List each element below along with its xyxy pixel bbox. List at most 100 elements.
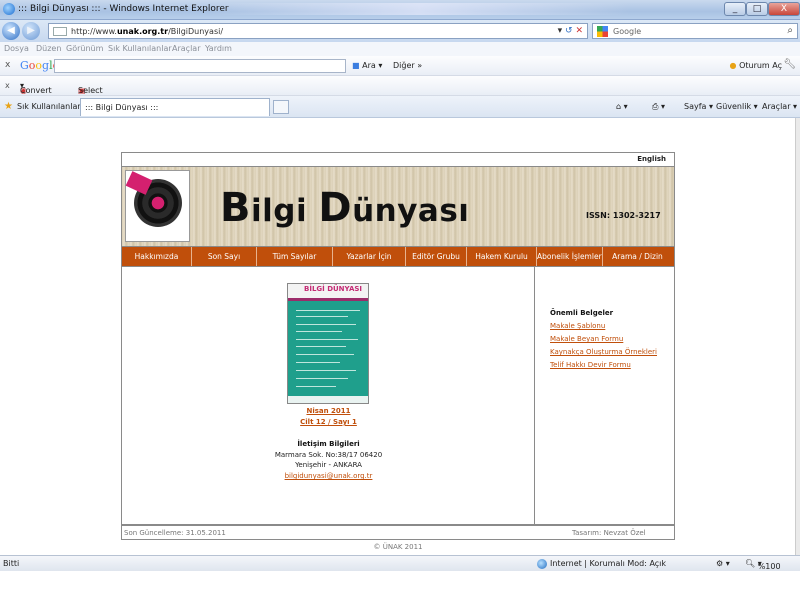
cover-footer: [288, 396, 368, 403]
minimize-button[interactable]: _: [724, 2, 746, 16]
forward-arrow-icon[interactable]: ▶: [22, 22, 40, 40]
google-toolbar-close-icon[interactable]: x: [5, 60, 10, 70]
convert-button[interactable]: ◉ Convert ▾: [20, 81, 52, 95]
menu-view[interactable]: Görünüm: [66, 44, 103, 53]
top-strip: English: [121, 152, 675, 167]
contact-address-line1: Marmara Sok. No:38/17 06420: [274, 451, 383, 459]
wrench-icon[interactable]: 🔧︎: [783, 59, 796, 70]
journal-cover-image[interactable]: BİLGİ DÜNYASI: [287, 283, 369, 404]
page-viewport: English Bilgi Dünyası ISSN: 1302-3217 Ha…: [0, 118, 795, 555]
copyright-text: © ÜNAK 2011: [373, 543, 423, 551]
doc-link-declaration-form[interactable]: Makale Beyan Formu: [550, 335, 657, 343]
nav-subscription[interactable]: Abonelik İşlemleri: [537, 247, 603, 266]
issue-volume-link[interactable]: Cilt 12 / Sayı 1: [122, 418, 535, 426]
new-tab-button[interactable]: [273, 100, 289, 114]
site-container: English Bilgi Dünyası ISSN: 1302-3217 Ha…: [121, 152, 675, 551]
last-update-text: Son Güncelleme: 31.05.2011: [124, 529, 226, 537]
side-column: Önemli Belgeler Makale Şablonu Makale Be…: [536, 267, 674, 524]
maximize-button[interactable]: □: [746, 2, 768, 16]
contact-email-link[interactable]: bilgidunyasi@unak.org.tr: [122, 472, 535, 480]
contact-address-line2: Yenişehir - ANKARA: [295, 461, 362, 469]
cover-line: [296, 339, 358, 340]
google-more-button[interactable]: Diğer »: [393, 61, 422, 70]
menu-bar: Dosya Düzen Görünüm Sık Kullanılanlar Ar…: [0, 42, 800, 56]
documents-heading: Önemli Belgeler: [550, 309, 614, 317]
safety-menu[interactable]: Güvenlik ▾: [716, 102, 758, 111]
cover-stripe: [288, 298, 368, 301]
google-search-icon: [597, 26, 608, 37]
cover-line: [296, 310, 360, 311]
address-bar-input[interactable]: http://www.unak.org.tr/BilgiDunyasi/ ▾ ↺…: [48, 23, 588, 39]
menu-tools[interactable]: Araçlar: [172, 44, 200, 53]
google-search-button[interactable]: ■ Ara ▾: [352, 61, 382, 70]
nav-for-authors[interactable]: Yazarlar İçin: [333, 247, 406, 266]
cover-title: BİLGİ DÜNYASI: [304, 285, 363, 293]
site-banner: Bilgi Dünyası ISSN: 1302-3217: [121, 167, 675, 247]
close-window-button[interactable]: X: [768, 2, 800, 16]
cover-header: BİLGİ DÜNYASI: [288, 284, 368, 298]
status-bar: Bitti Internet | Korumalı Mod: Açık ⚙ ▾ …: [0, 555, 800, 571]
nav-review-board[interactable]: Hakem Kurulu: [467, 247, 537, 266]
tools-menu[interactable]: Araçlar ▾: [762, 102, 797, 111]
address-url: http://www.unak.org.tr/BilgiDunyasi/: [71, 27, 224, 36]
doc-link-article-template[interactable]: Makale Şablonu: [550, 322, 657, 330]
page-icon: [53, 27, 67, 36]
vinyl-logo[interactable]: [125, 170, 190, 242]
nav-editorial-board[interactable]: Editör Grubu: [406, 247, 467, 266]
favorites-label[interactable]: Sık Kullanılanlar: [17, 102, 81, 111]
contact-heading: İletişim Bilgileri: [297, 440, 360, 448]
doc-link-copyright-form[interactable]: Telif Hakkı Devir Formu: [550, 361, 657, 369]
desktop-area: [0, 571, 800, 600]
search-box[interactable]: Google ⌕: [592, 23, 798, 39]
home-icon[interactable]: ⌂ ▾: [616, 102, 628, 111]
issn-label: ISSN: 1302-3217: [586, 211, 661, 220]
search-placeholder: Google: [613, 27, 642, 36]
cover-line: [296, 331, 342, 332]
documents-list: Önemli Belgeler Makale Şablonu Makale Be…: [550, 309, 657, 374]
google-toolbar: x Google ■ Ara ▾ Diğer » ● Oturum Aç 🔧︎: [0, 56, 800, 76]
cover-line: [296, 370, 356, 371]
nav-latest-issue[interactable]: Son Sayı: [192, 247, 257, 266]
search-icon[interactable]: ⌕: [787, 25, 793, 36]
page-menu[interactable]: Sayfa ▾: [684, 102, 713, 111]
titlebar-reflection: [210, 3, 630, 15]
favorites-star-icon[interactable]: ★: [4, 101, 13, 112]
nav-search-index[interactable]: Arama / Dizin: [603, 247, 672, 266]
ie-app-icon: [3, 3, 15, 15]
convert-toolbar: x ◉ Convert ▾ ▣ Select: [0, 76, 800, 96]
cover-line: [296, 362, 340, 363]
cover-line: [296, 316, 348, 317]
design-credit-text: Tasarım: Nevzat Özel: [572, 529, 646, 537]
security-zone-text[interactable]: Internet | Korumalı Mod: Açık: [550, 559, 666, 568]
menu-help[interactable]: Yardım: [205, 44, 232, 53]
protected-mode-icon[interactable]: ⚙ ▾: [716, 559, 730, 568]
zoom-control[interactable]: 🔍︎ %100 ▾: [745, 559, 781, 571]
nav-all-issues[interactable]: Tüm Sayılar: [257, 247, 333, 266]
main-column: BİLGİ DÜNYASI Nisan 2011 Cilt 12 / Sayı …: [122, 267, 535, 524]
cover-line: [296, 354, 354, 355]
favorites-bar: ★ Sık Kullanılanlar ::: Bilgi Dünyası ::…: [0, 96, 800, 118]
menu-favorites[interactable]: Sık Kullanılanlar: [108, 44, 172, 53]
print-icon[interactable]: ⎙ ▾: [652, 102, 665, 112]
address-toolbar: ◀ ▶ http://www.unak.org.tr/BilgiDunyasi/…: [0, 20, 800, 42]
google-signin-button[interactable]: ● Oturum Aç: [730, 61, 782, 70]
site-title: Bilgi Dünyası: [220, 185, 470, 231]
vertical-scrollbar[interactable]: [795, 118, 800, 555]
cover-line: [296, 346, 346, 347]
internet-zone-icon: [537, 559, 547, 569]
english-link[interactable]: English: [637, 155, 666, 163]
main-nav: Hakkımızda Son Sayı Tüm Sayılar Yazarlar…: [121, 247, 675, 267]
tab-title: ::: Bilgi Dünyası :::: [85, 103, 159, 112]
back-arrow-icon[interactable]: ◀: [2, 22, 20, 40]
issue-date-link[interactable]: Nisan 2011: [122, 407, 535, 415]
nav-about[interactable]: Hakkımızda: [122, 247, 192, 266]
address-tools[interactable]: ▾ ↺ ✕: [558, 26, 583, 36]
window-title: ::: Bilgi Dünyası ::: - Windows Internet…: [18, 4, 229, 14]
status-text: Bitti: [3, 559, 20, 568]
browser-tab-active[interactable]: ::: Bilgi Dünyası :::: [80, 98, 270, 116]
menu-file[interactable]: Dosya: [4, 44, 29, 53]
doc-link-bibliography-examples[interactable]: Kaynakça Oluşturma Örnekleri: [550, 348, 657, 356]
convert-toolbar-close-icon[interactable]: x: [5, 81, 10, 90]
google-toolbar-input[interactable]: [54, 59, 346, 73]
menu-edit[interactable]: Düzen: [36, 44, 61, 53]
